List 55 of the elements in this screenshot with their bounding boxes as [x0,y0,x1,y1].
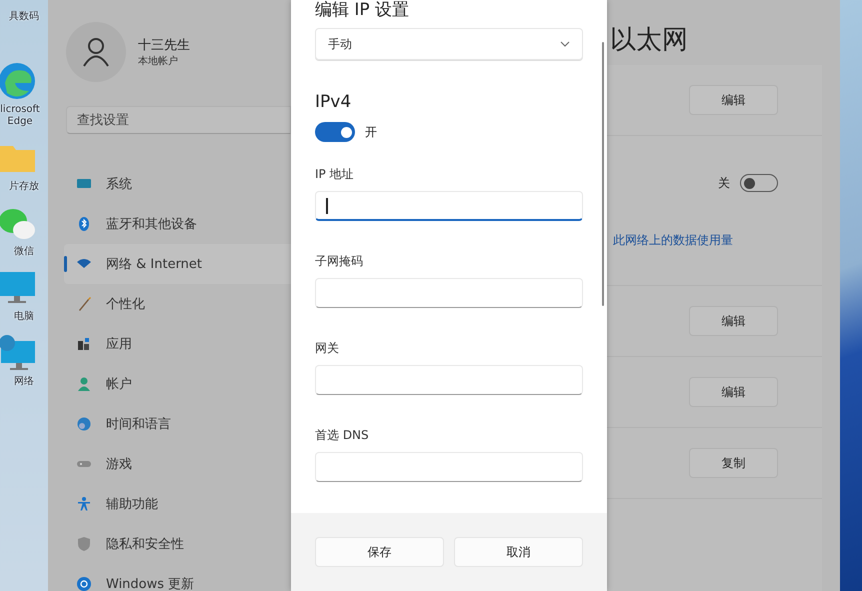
sidebar-item[interactable]: 网络 & Internet [64,244,291,284]
dialog-title: 编辑 IP 设置 [315,0,410,20]
input-field[interactable] [315,191,583,221]
ipv4-toggle[interactable] [315,122,355,142]
sidebar-item[interactable]: 隐私和安全性 [64,524,291,564]
field-label: 子网掩码 [315,253,364,270]
desktop-icon-label[interactable]: 网络 [0,376,48,388]
data-usage-link[interactable]: 此网络上的数据使用量 [613,232,733,249]
edit-button[interactable]: 复制 [689,448,778,478]
search-field[interactable]: 查找设置 [66,106,291,134]
desktop-icon-label[interactable]: licrosoft Edge [0,104,48,128]
toggle-label: 关 [718,174,730,192]
chevron-down-icon [560,41,570,47]
desktop-app-icon[interactable] [0,61,37,101]
desktop-icon-label[interactable]: 具数码 [0,11,48,23]
toggle-label: 开 [365,124,377,140]
nav-icon [76,216,92,232]
field-label: 网关 [315,340,340,357]
account-type: 本地帐户 [138,54,179,68]
dialog-button[interactable]: 取消 [454,537,583,567]
sidebar-item[interactable]: 时间和语言 [64,404,291,444]
sidebar-item[interactable]: 应用 [64,324,291,364]
field-label: 首选 DNS [315,427,370,444]
desktop-icon-label[interactable]: 微信 [0,246,48,258]
edit-button[interactable]: 编辑 [689,85,778,115]
edit-button[interactable]: 编辑 [689,377,778,407]
nav-icon [76,416,92,432]
sidebar-item[interactable]: 游戏 [64,444,291,484]
nav-icon [76,576,92,591]
dialog-button[interactable]: 保存 [315,537,444,567]
sidebar-item[interactable]: 个性化 [64,284,291,324]
sidebar-item[interactable]: Windows 更新 [64,564,291,591]
sidebar-item[interactable]: 帐户 [64,364,291,404]
desktop-app-icon[interactable] [0,333,37,373]
nav-icon [76,336,92,352]
sidebar-item[interactable]: 系统 [64,164,291,204]
toggle-switch[interactable] [740,174,778,192]
input-field[interactable] [315,452,583,482]
page-title: 以太网 [610,24,689,57]
input-field[interactable] [315,365,583,395]
nav-icon [76,296,92,312]
edit-button[interactable]: 编辑 [689,306,778,336]
sidebar-item[interactable]: 辅助功能 [64,484,291,524]
sidebar-item[interactable]: 蓝牙和其他设备 [64,204,291,244]
desktop-icon-label[interactable]: 片存放 [0,181,48,193]
nav-icon [76,376,92,392]
nav-icon [76,496,92,512]
field-label: IP 地址 [315,166,355,183]
account-name: 十三先生 [138,37,190,54]
person-icon [82,37,110,67]
scrollbar[interactable] [602,42,604,306]
nav-icon [76,536,92,552]
mode-dropdown[interactable]: 手动 [315,28,583,60]
input-field[interactable] [315,278,583,308]
section-heading: IPv4 [315,92,352,112]
